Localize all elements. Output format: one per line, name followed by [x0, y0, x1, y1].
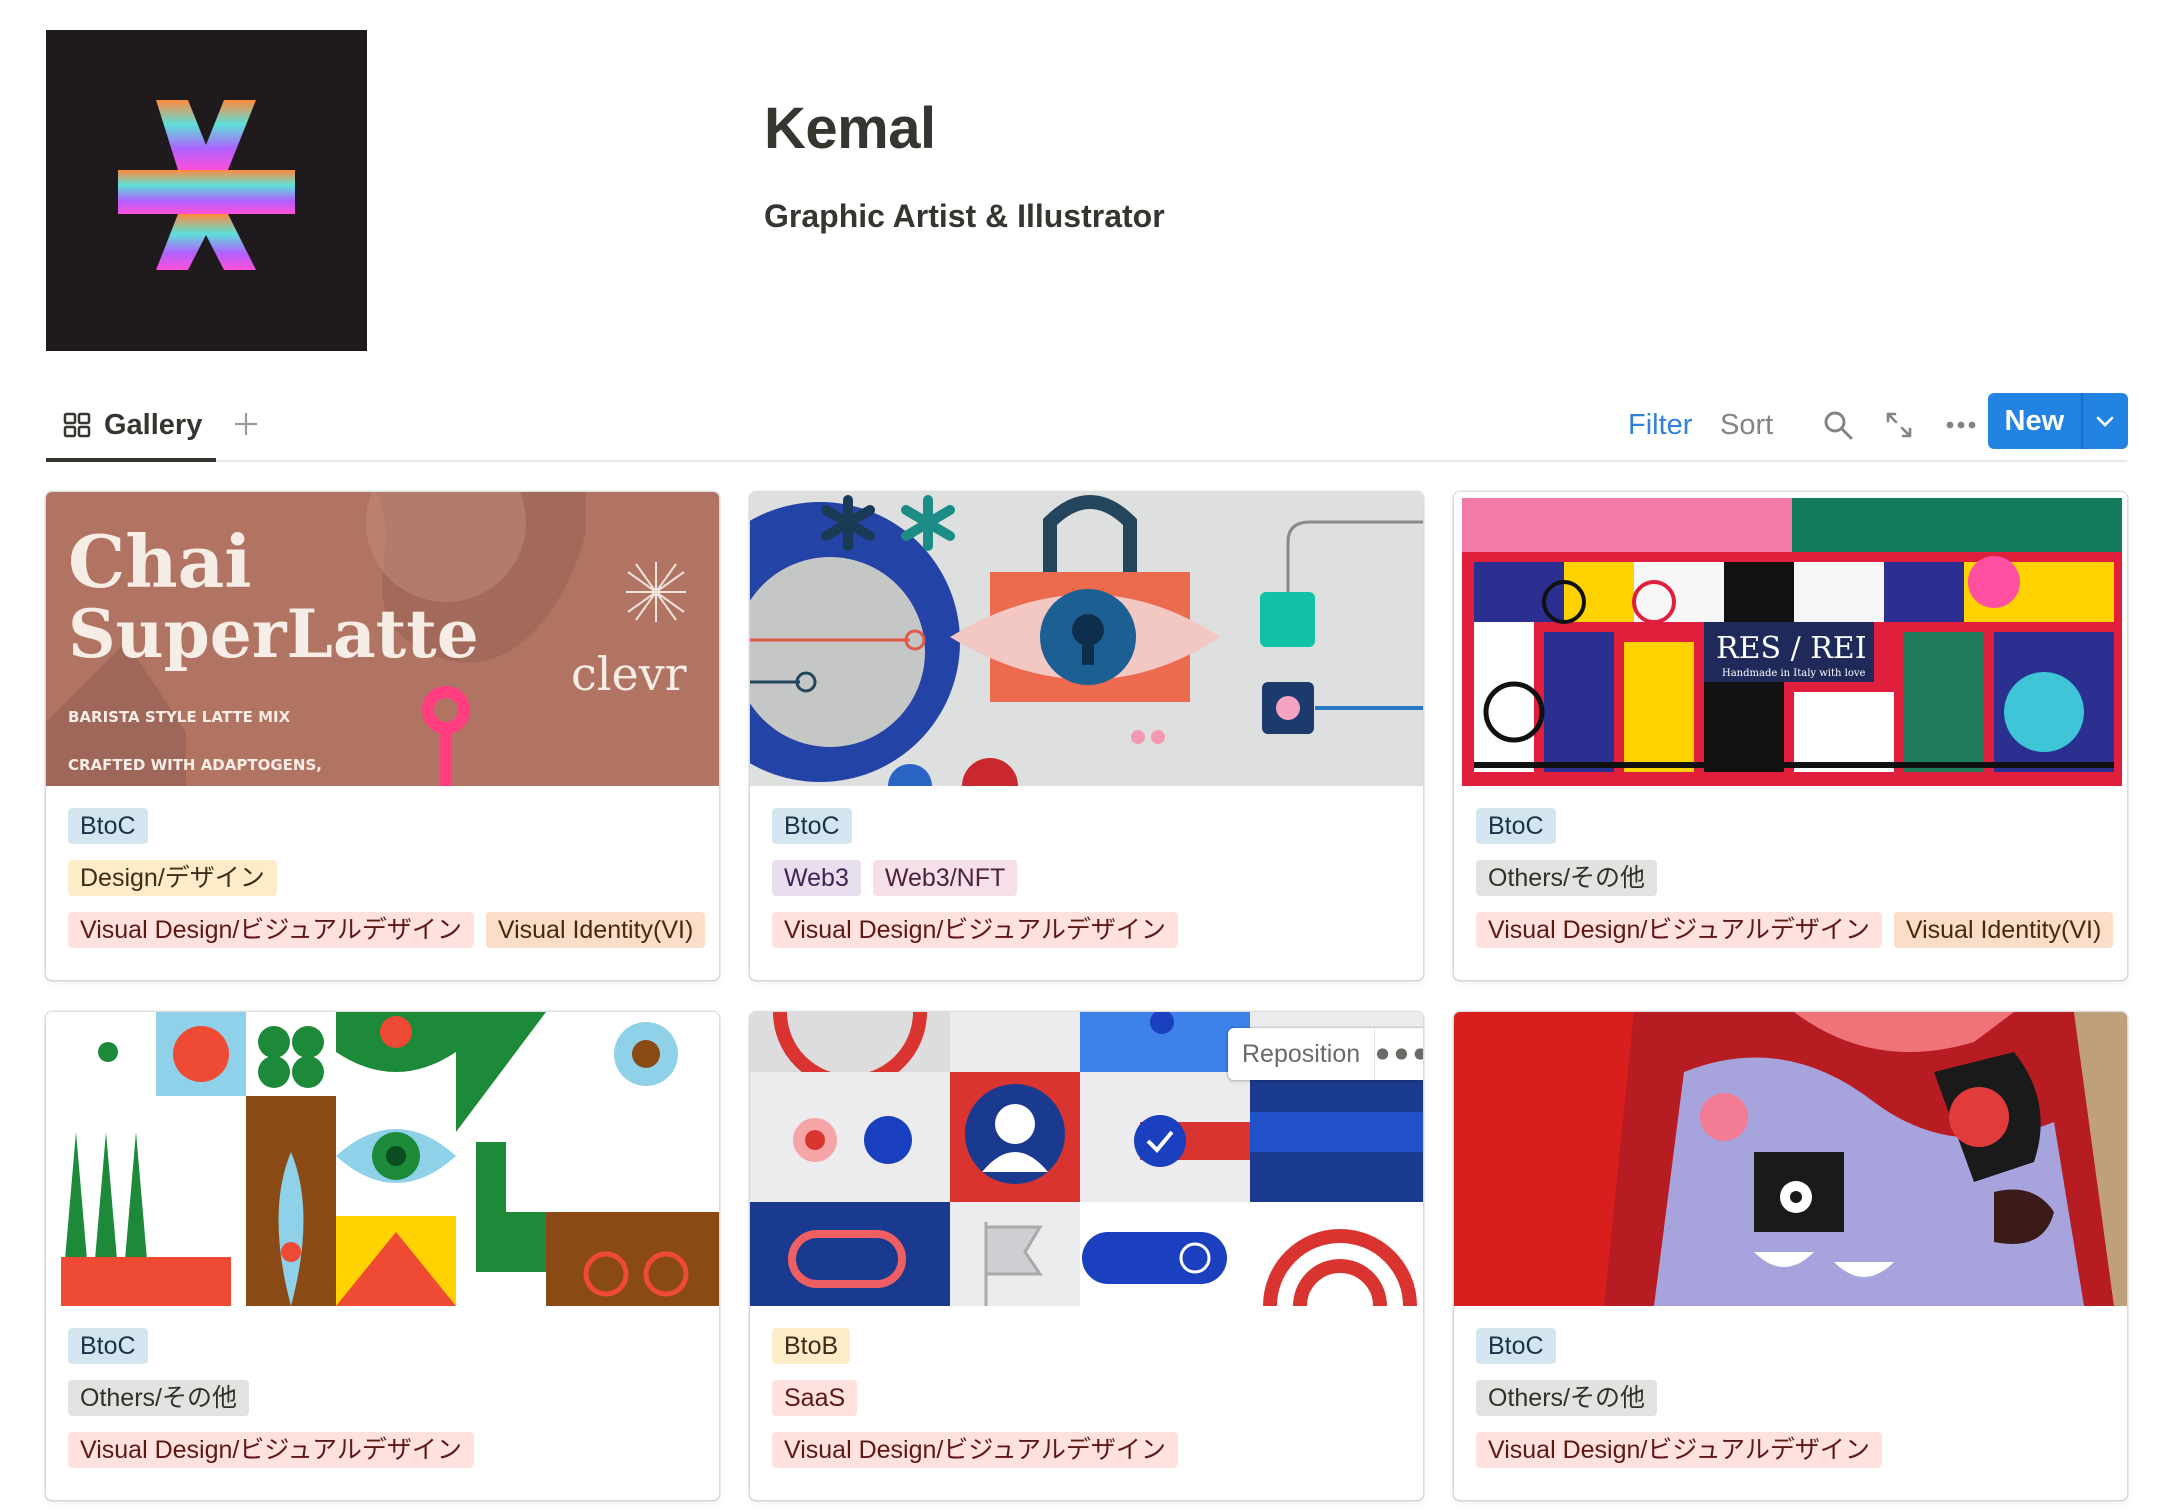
tag-row: Others/その他 — [1476, 1380, 2117, 1416]
cover-sign-title: RES / REI — [1716, 631, 1867, 666]
card-tags: BtoC Others/その他 Visual Design/ビジュアルデザイン Vis… — [1476, 808, 2117, 964]
property-tag: Visual Design/ビジュアルデザイン — [1476, 1432, 1882, 1468]
new-dropdown-button[interactable] — [2080, 393, 2128, 449]
cover-brand: clevr — [571, 647, 687, 701]
cover-tagline: BARISTA STYLE LATTE MIX — [68, 708, 291, 726]
ellipsis-icon — [1946, 421, 1976, 429]
gallery-card[interactable]: RES / REI Handmade in Italy with love Bt… — [1454, 492, 2127, 980]
card-cover-image: Chai SuperLatte clevr BARISTA STYLE LATT… — [46, 492, 719, 786]
profile-logo — [46, 30, 367, 351]
tag-row: SaaS — [772, 1380, 1413, 1416]
search-icon — [1824, 411, 1853, 440]
cover-title-line2: SuperLatte — [68, 595, 479, 673]
new-button[interactable]: New — [1988, 393, 2081, 449]
property-tag: Others/その他 — [1476, 1380, 1657, 1416]
tag-row: Visual Design/ビジュアルデザイン — [1476, 1432, 2117, 1468]
property-tag: SaaS — [772, 1380, 858, 1416]
property-tag: Visual Identity(VI) — [485, 912, 706, 948]
tag-row: Others/その他 — [1476, 860, 2117, 896]
ellipsis-icon — [1377, 1048, 1423, 1060]
property-tag: Visual Design/ビジュアルデザイン — [68, 1432, 474, 1468]
property-tag: Visual Design/ビジュアルデザイン — [772, 1432, 1178, 1468]
tag-row: BtoC — [772, 808, 1413, 844]
cover-sign-subtitle: Handmade in Italy with love — [1722, 668, 1866, 679]
property-tag: Others/その他 — [68, 1380, 249, 1416]
database-toolbar: Gallery Filter Sort New — [46, 390, 2128, 462]
property-tag: BtoB — [772, 1328, 851, 1364]
card-tags: BtoC Others/その他 Visual Design/ビジュアルデザイン — [1476, 1328, 2117, 1484]
page-subtitle: Graphic Artist & Illustrator — [764, 198, 1165, 234]
property-tag: Web3/NFT — [872, 860, 1018, 896]
tag-row: BtoC — [1476, 808, 2117, 844]
reposition-button[interactable]: Reposition — [1228, 1028, 1376, 1080]
property-tag: BtoC — [1476, 1328, 1556, 1364]
gallery-grid-icon — [63, 412, 91, 438]
search-button[interactable] — [1816, 403, 1860, 447]
asterisk-logo-icon — [46, 30, 367, 351]
expand-arrows-icon — [1886, 412, 1912, 438]
gallery-card[interactable]: BtoC Others/その他 Visual Design/ビジュアルデザイン — [46, 1012, 719, 1500]
tag-row: BtoC — [68, 1328, 709, 1364]
property-tag: BtoC — [772, 808, 852, 844]
tag-row: BtoB — [772, 1328, 1413, 1364]
card-cover-image — [750, 492, 1423, 786]
tag-row: BtoC — [68, 808, 709, 844]
tag-row: Visual Design/ビジュアルデザイン — [772, 912, 1413, 948]
tab-gallery-label: Gallery — [104, 408, 203, 441]
property-tag: Visual Design/ビジュアルデザイン — [1476, 912, 1882, 948]
tag-row: Visual Design/ビジュアルデザイン — [68, 1432, 709, 1468]
cover-reposition-toolbar: Reposition — [1228, 1028, 1423, 1080]
property-tag: Web3 — [772, 860, 861, 896]
tag-row: BtoC — [1476, 1328, 2117, 1364]
new-button-group: New — [1988, 393, 2128, 449]
property-tag: BtoC — [68, 808, 148, 844]
card-cover-image: Reposition — [750, 1012, 1423, 1306]
card-tags: BtoC Web3 Web3/NFT Visual Design/ビジュアルデザイン — [772, 808, 1413, 964]
cover-more-button[interactable] — [1375, 1028, 1423, 1080]
cover-tagline2: CRAFTED WITH ADAPTOGENS, — [68, 756, 322, 774]
more-options-button[interactable] — [1939, 403, 1983, 447]
property-tag: Visual Identity(VI) — [1893, 912, 2114, 948]
plus-icon — [235, 413, 257, 435]
tag-row: Visual Design/ビジュアルデザイン Visual Identity(V… — [68, 912, 709, 948]
cover-title-line1: Chai — [68, 519, 252, 604]
tab-gallery-view[interactable]: Gallery — [46, 390, 216, 462]
property-tag: BtoC — [1476, 808, 1556, 844]
add-view-button[interactable] — [224, 402, 268, 446]
property-tag: Visual Design/ビジュアルデザイン — [68, 912, 474, 948]
page-title: Kemal — [764, 96, 936, 161]
tag-row: Design/デザイン — [68, 860, 709, 896]
card-tags: BtoC Design/デザイン Visual Design/ビジュアルデザイン Vi… — [68, 808, 709, 964]
gallery-card[interactable]: Chai SuperLatte clevr BARISTA STYLE LATT… — [46, 492, 719, 980]
gallery-card[interactable]: BtoC Others/その他 Visual Design/ビジュアルデザイン — [1454, 1012, 2127, 1500]
card-cover-image — [1454, 1012, 2127, 1306]
card-tags: BtoC Others/その他 Visual Design/ビジュアルデザイン — [68, 1328, 709, 1484]
card-cover-image: RES / REI Handmade in Italy with love — [1454, 492, 2127, 786]
tag-row: Visual Design/ビジュアルデザイン — [772, 1432, 1413, 1468]
chevron-down-icon — [2097, 416, 2114, 427]
gallery-card[interactable]: BtoC Web3 Web3/NFT Visual Design/ビジュアルデザイン — [750, 492, 1423, 980]
filter-button[interactable]: Filter — [1628, 390, 1692, 460]
gallery-card[interactable]: Reposition BtoB SaaS Visual Design/ビジュアルデザ… — [750, 1012, 1423, 1500]
tag-row: Others/その他 — [68, 1380, 709, 1416]
tag-row: Visual Design/ビジュアルデザイン Visual Identity(V… — [1476, 912, 2117, 948]
property-tag: Design/デザイン — [68, 860, 277, 896]
card-cover-image — [46, 1012, 719, 1306]
property-tag: Others/その他 — [1476, 860, 1657, 896]
property-tag: BtoC — [68, 1328, 148, 1364]
expand-button[interactable] — [1877, 403, 1921, 447]
sort-button[interactable]: Sort — [1720, 390, 1773, 460]
property-tag: Visual Design/ビジュアルデザイン — [772, 912, 1178, 948]
tag-row: Web3 Web3/NFT — [772, 860, 1413, 896]
card-tags: BtoB SaaS Visual Design/ビジュアルデザイン — [772, 1328, 1413, 1484]
